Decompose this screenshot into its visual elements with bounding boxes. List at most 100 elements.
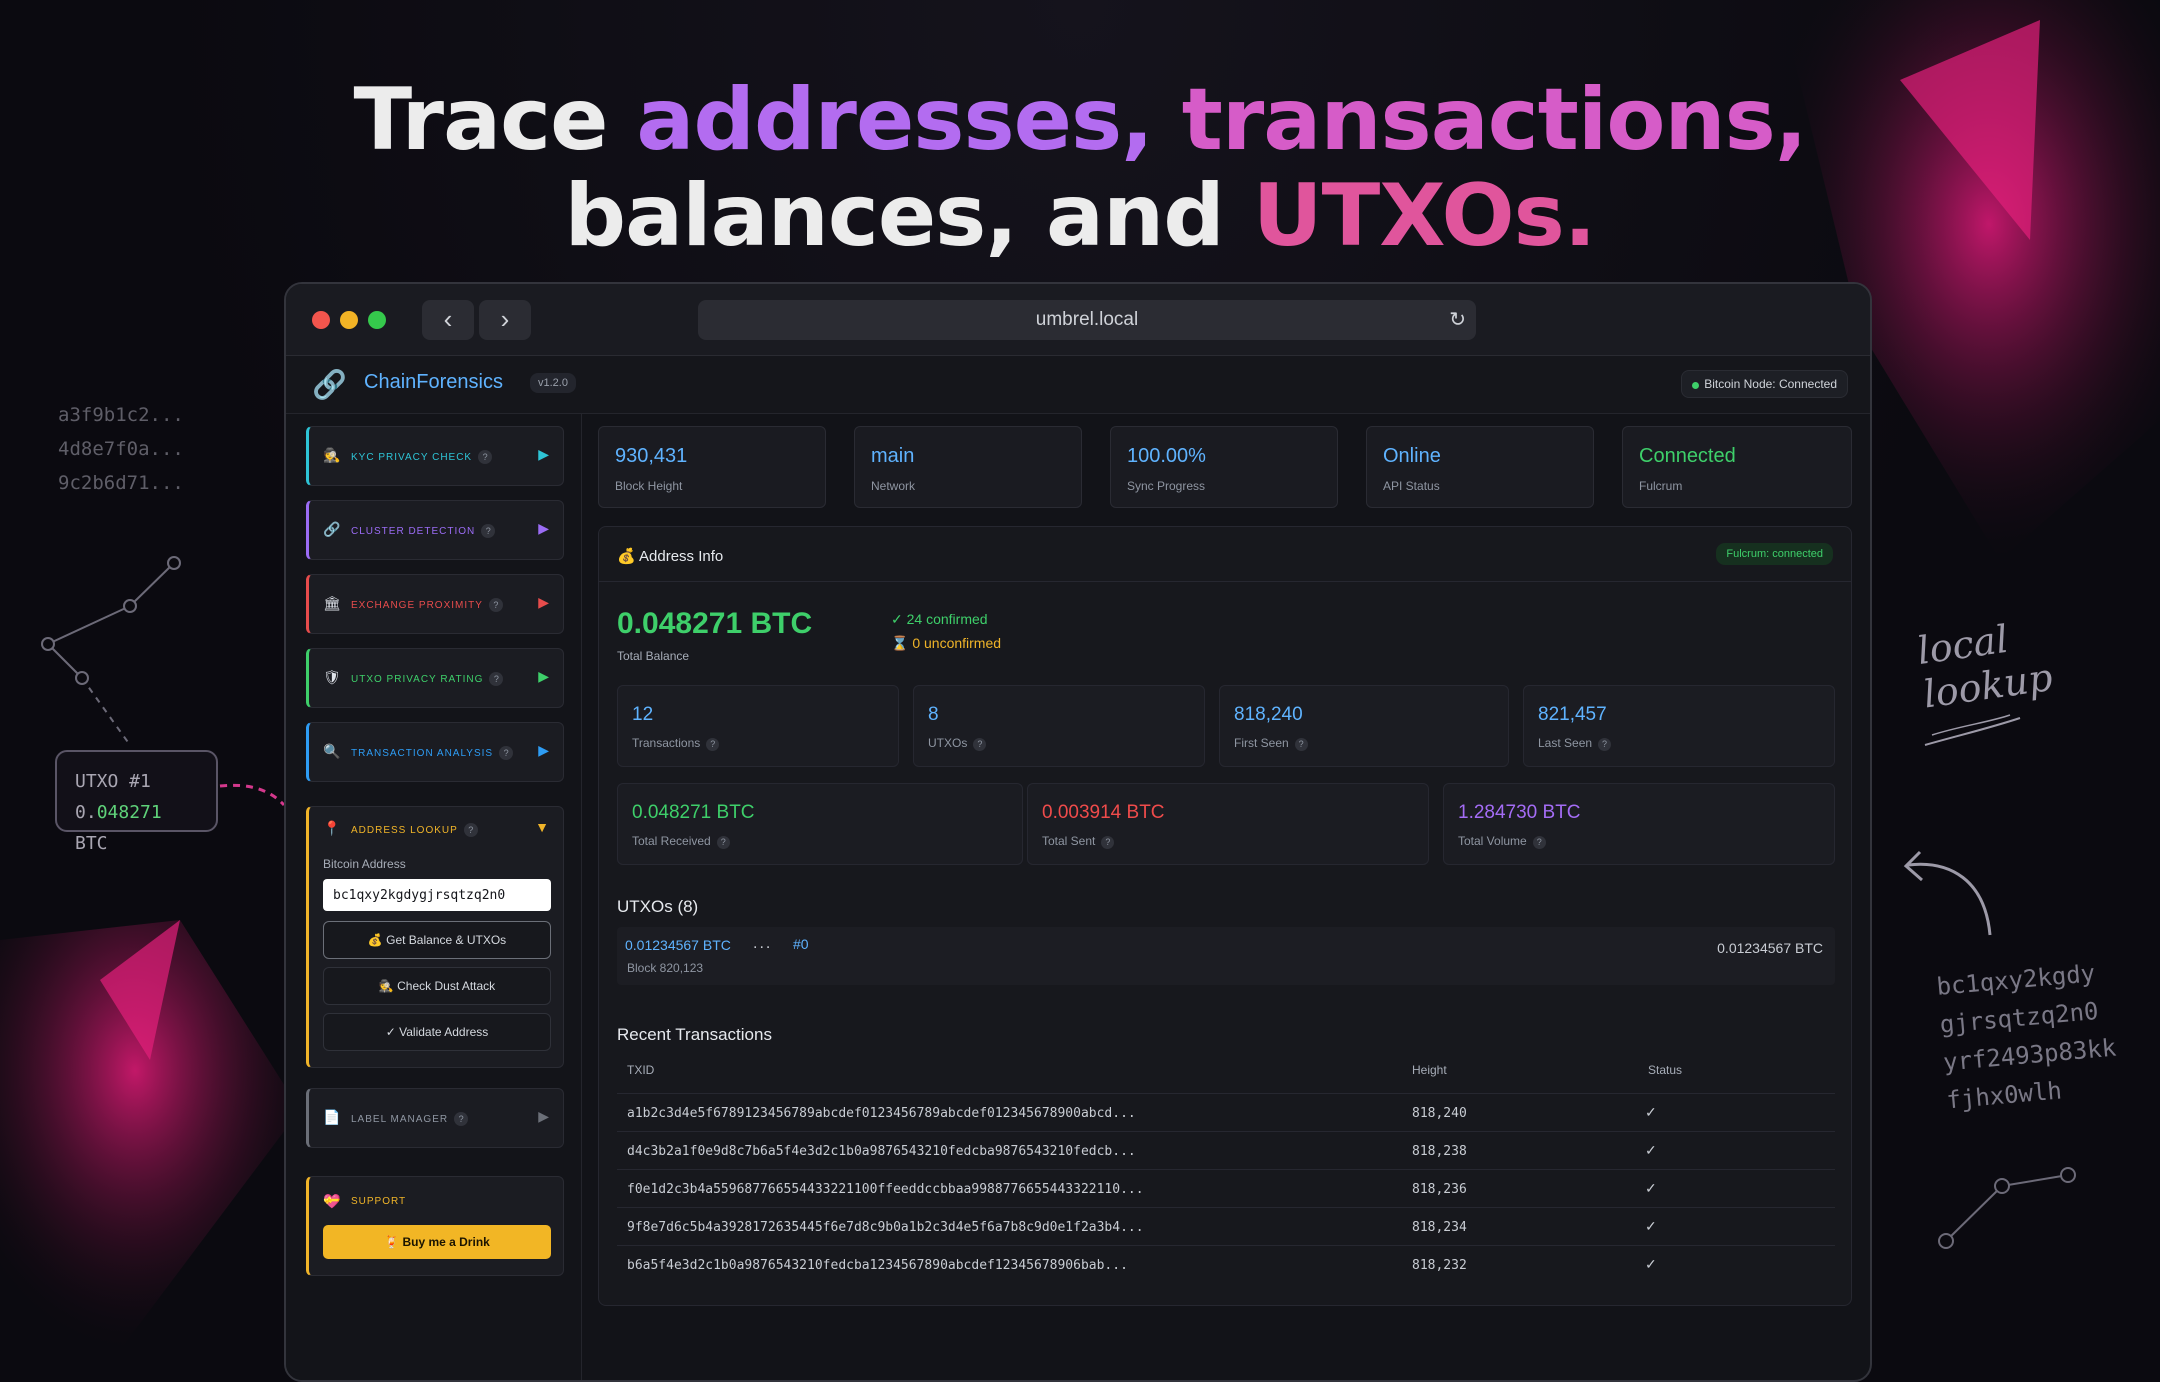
transaction-row[interactable]: a1b2c3d4e5f6789123456789abcdef0123456789… [617, 1093, 1835, 1131]
help-icon[interactable]: ? [716, 836, 730, 849]
node-status-badge: Bitcoin Node: Connected [1681, 370, 1848, 398]
headline: Trace addresses, transactions, balances,… [0, 72, 2160, 264]
help-icon[interactable]: ? [1598, 738, 1612, 751]
help-icon[interactable]: ? [1532, 836, 1546, 849]
headline-highlight: UTXOs. [1252, 166, 1597, 266]
button-label: Check Dust Attack [397, 979, 496, 993]
help-icon[interactable]: ? [706, 738, 720, 751]
bitcoin-address-input[interactable] [323, 879, 551, 911]
metric-first-seen: 818,240 First Seen? [1219, 685, 1509, 767]
address-info-title-text: Address Info [639, 548, 724, 565]
sidebar-item-transaction-analysis[interactable]: 🔍 Transaction Analysis? ▶ [306, 722, 564, 782]
expand-arrow-icon[interactable]: ▶ [538, 520, 549, 537]
shield-icon: 🛡 [323, 669, 341, 685]
buy-me-a-drink-button[interactable]: 🍹 Buy me a Drink [323, 1225, 551, 1259]
hash-line: a3f9b1c2... [58, 404, 184, 426]
expand-arrow-icon[interactable]: ▶ [538, 742, 549, 759]
maximize-window-button[interactable] [368, 311, 386, 329]
expand-arrow-icon[interactable]: ▶ [538, 594, 549, 611]
get-balance-button[interactable]: 💰 Get Balance & UTXOs [323, 921, 551, 959]
minimize-window-button[interactable] [340, 311, 358, 329]
stat-card-fulcrum: Connected Fulcrum [1622, 426, 1852, 508]
stat-card-sync-progress: 100.00% Sync Progress [1110, 426, 1338, 508]
check-dust-attack-button[interactable]: 🕵 Check Dust Attack [323, 967, 551, 1005]
utxo-card-amount-prefix: 0. [75, 802, 97, 823]
sidebar-item-label: Cluster Detection [351, 526, 476, 537]
column-header-status: Status [1648, 1063, 1683, 1077]
detective-icon: 🕵 [323, 447, 341, 463]
metric-value: 818,240 [1234, 704, 1303, 725]
address-bar[interactable]: umbrel.local ↻ [698, 300, 1476, 340]
magnifier-icon: 🔍 [323, 743, 341, 759]
tx-height: 818,234 [1412, 1220, 1467, 1235]
sidebar-item-utxo-privacy-rating[interactable]: 🛡 UTXO Privacy Rating? ▶ [306, 648, 564, 708]
expand-arrow-icon[interactable]: ▶ [538, 1108, 549, 1125]
help-icon[interactable]: ? [973, 738, 987, 751]
help-icon[interactable]: ? [489, 672, 504, 686]
address-info-title: 💰 Address Info [617, 547, 723, 565]
sidebar-item-kyc-privacy-check[interactable]: 🕵 KYC Privacy Check? ▶ [306, 426, 564, 486]
app-name[interactable]: ChainForensics [364, 371, 503, 394]
expand-arrow-icon[interactable]: ▶ [538, 446, 549, 463]
total-received-value: 0.048271 BTC [632, 802, 755, 823]
stat-card-api-status: Online API Status [1366, 426, 1594, 508]
reload-icon[interactable]: ↻ [1449, 300, 1466, 340]
total-received-label: Total Received [632, 834, 711, 848]
help-icon[interactable]: ? [1101, 836, 1115, 849]
transaction-row[interactable]: f0e1d2c3b4a5596877665544332211​00ffeeddc… [617, 1169, 1835, 1207]
metric-label: First Seen [1234, 736, 1289, 750]
stat-label: Network [871, 479, 916, 493]
total-volume-label: Total Volume [1458, 834, 1527, 848]
help-icon[interactable]: ? [481, 524, 496, 538]
utxo-txid-ellipsis: ... [753, 935, 773, 952]
support-title: Support [351, 1196, 407, 1207]
help-icon[interactable]: ? [454, 1112, 469, 1126]
decorative-hashes: a3f9b1c2... 4d8e7f0a... 9c2b6d71... [58, 398, 184, 500]
help-icon[interactable]: ? [1294, 738, 1308, 751]
help-icon[interactable]: ? [463, 823, 478, 837]
fulcrum-status-tag: Fulcrum: connected [1716, 543, 1833, 565]
expand-arrow-icon[interactable]: ▶ [538, 668, 549, 685]
browser-toolbar: ‹ › umbrel.local ↻ [286, 284, 1870, 356]
metric-value: 821,457 [1538, 704, 1607, 725]
back-button[interactable]: ‹ [422, 300, 474, 340]
version-badge: v1.2.0 [530, 373, 576, 393]
txid: 9f8e7d6c5b4a3928172635445f6e7d8c9b0a1b2c… [627, 1220, 1144, 1235]
transaction-row[interactable]: 9f8e7d6c5b4a3928172635445f6e7d8c9b0a1b2c… [617, 1207, 1835, 1245]
sidebar: 🕵 KYC Privacy Check? ▶ 🔗 Cluster Detecti… [286, 414, 582, 1380]
help-icon[interactable]: ? [499, 746, 514, 760]
drink-icon: 🍹 [384, 1235, 400, 1249]
help-icon[interactable]: ? [478, 450, 493, 464]
total-received-card: 0.048271 BTC Total Received? [617, 783, 1023, 865]
total-sent-value: 0.003914 BTC [1042, 802, 1165, 823]
button-label: Buy me a Drink [402, 1235, 490, 1249]
txid: a1b2c3d4e5f6789123456789abcdef0123456789… [627, 1106, 1136, 1121]
tx-height: 818,232 [1412, 1258, 1467, 1273]
collapse-arrow-icon[interactable]: ▼ [535, 819, 549, 835]
utxos-section-title: UTXOs (8) [617, 897, 699, 916]
sidebar-item-label: UTXO Privacy Rating [351, 674, 484, 685]
transaction-row[interactable]: d4c3b2a1f0e9d8c7b6a5f4e3d2c1b0a987654321… [617, 1131, 1835, 1169]
address-info-panel: 💰 Address Info Fulcrum: connected 0.0482… [598, 526, 1852, 1306]
utxo-card-unit: BTC [75, 833, 108, 854]
metric-label: Last Seen [1538, 736, 1593, 750]
sidebar-item-label: KYC Privacy Check [351, 452, 473, 463]
forward-button[interactable]: › [479, 300, 531, 340]
help-icon[interactable]: ? [488, 598, 503, 612]
sidebar-item-label: Transaction Analysis [351, 748, 494, 759]
utxo-row[interactable]: 0.01234567 BTC ... #0 Block 820,123 0.01… [617, 927, 1835, 985]
headline-word: Trace [353, 70, 637, 170]
transaction-row[interactable]: b6a5f4e3d2c1b0a9876543210fedcba123456789… [617, 1245, 1835, 1283]
total-volume-card: 1.284730 BTC Total Volume? [1443, 783, 1835, 865]
sidebar-item-cluster-detection[interactable]: 🔗 Cluster Detection? ▶ [306, 500, 564, 560]
sidebar-item-exchange-proximity[interactable]: 🏛 Exchange Proximity? ▶ [306, 574, 564, 634]
close-window-button[interactable] [312, 311, 330, 329]
detective-icon: 🕵 [378, 979, 394, 993]
address-lookup-header[interactable]: 📍 Address Lookup? ▼ [309, 807, 563, 849]
divider [599, 581, 1851, 582]
stat-value: Connected [1639, 445, 1736, 467]
utxo-amount: 0.01234567 BTC [625, 937, 731, 953]
sidebar-item-label-manager[interactable]: 📄 Label Manager? ▶ [306, 1088, 564, 1148]
validate-address-button[interactable]: ✓ Validate Address [323, 1013, 551, 1051]
recent-transactions-title: Recent Transactions [617, 1025, 772, 1044]
